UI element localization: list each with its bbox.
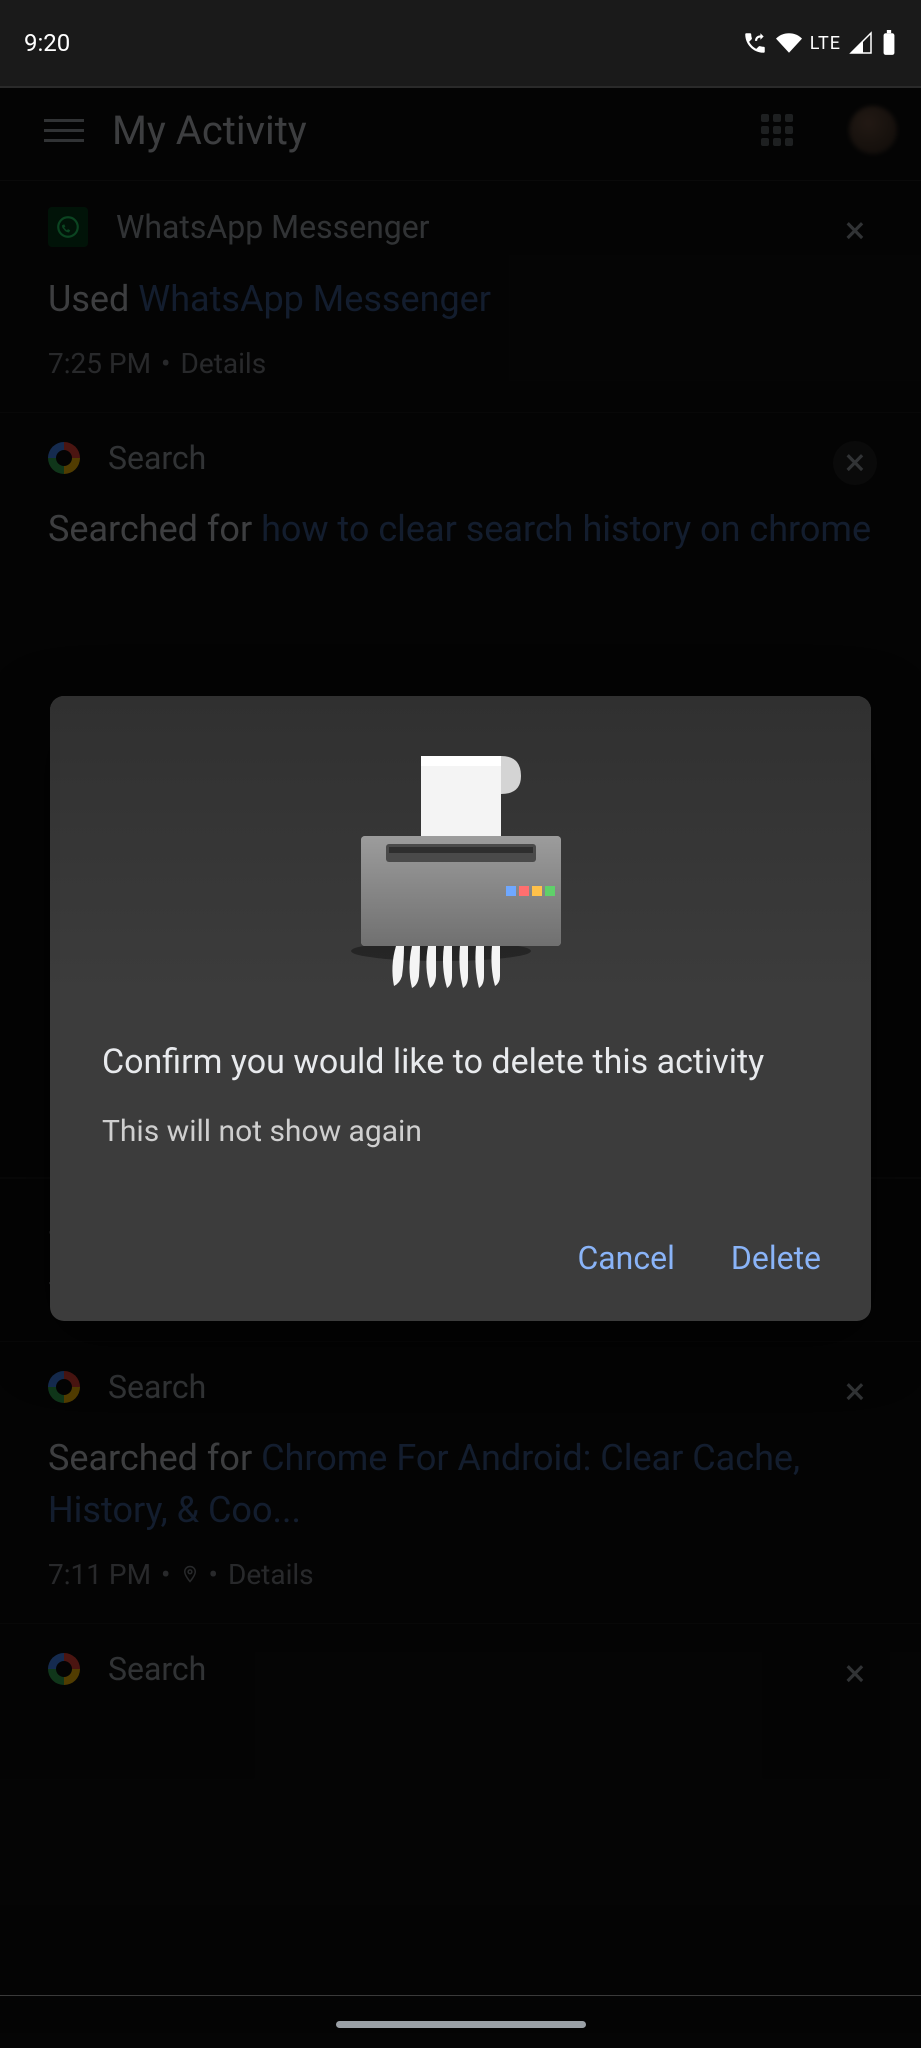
wifi-icon [776,30,802,56]
nav-handle[interactable] [336,2021,586,2028]
status-time: 9:20 [24,29,70,57]
status-icons: LTE [742,30,897,56]
dialog-title: Confirm you would like to delete this ac… [102,1042,819,1082]
wifi-calling-icon [742,30,768,56]
status-bar: 9:20 LTE [0,0,921,88]
network-type-label: LTE [810,33,841,54]
battery-icon [881,30,897,56]
divider [0,1995,921,1996]
dialog-subtitle: This will not show again [102,1114,819,1149]
cancel-button[interactable]: Cancel [577,1239,674,1277]
delete-confirm-dialog: Confirm you would like to delete this ac… [50,696,871,1321]
signal-icon [849,31,873,55]
delete-button[interactable]: Delete [731,1239,821,1277]
shredder-illustration [50,696,871,996]
shredder-icon [311,736,611,996]
